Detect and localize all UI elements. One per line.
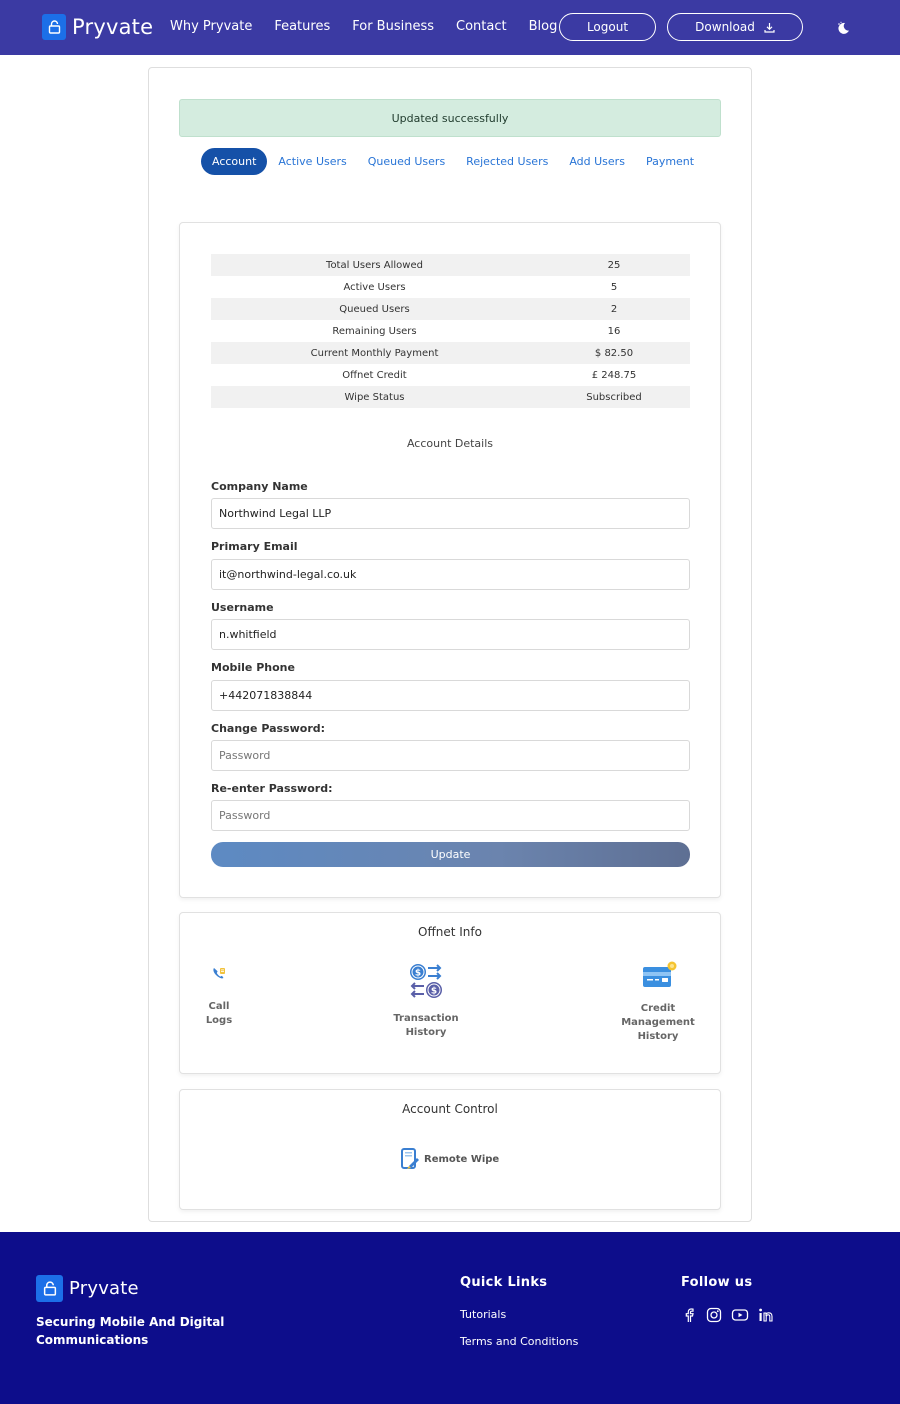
change-password-input[interactable]: Password (211, 740, 690, 771)
nav-link-for-business[interactable]: For Business (352, 19, 434, 34)
logout-button[interactable]: Logout (559, 13, 656, 41)
download-button[interactable]: Download (667, 13, 803, 41)
footer-link-terms[interactable]: Terms and Conditions (460, 1335, 578, 1348)
transaction-label-line2: History (405, 1027, 447, 1038)
offnet-info-title: Offnet Info (418, 925, 482, 939)
company-name-input[interactable]: Northwind Legal LLP (211, 498, 690, 529)
stat-value: 5 (610, 281, 618, 293)
table-row: Offnet Credit £ 248.75 (211, 364, 690, 386)
account-stats-table: Total Users Allowed 25 Active Users 5 Queu… (211, 254, 690, 408)
table-row: Total Users Allowed 25 (211, 254, 690, 276)
tab-active-users[interactable]: Active Users (278, 155, 346, 168)
table-row: Active Users 5 (211, 276, 690, 298)
table-row: Queued Users 2 (211, 298, 690, 320)
social-icons (681, 1307, 785, 1323)
lock-icon (42, 14, 66, 40)
credit-card-icon (643, 961, 677, 987)
nav-link-features[interactable]: Features (274, 19, 330, 34)
dark-mode-toggle[interactable] (836, 20, 850, 39)
youtube-icon[interactable] (731, 1307, 749, 1323)
primary-email-label: Primary Email (211, 540, 298, 553)
account-control-title: Account Control (402, 1102, 498, 1116)
account-card: Total Users Allowed 25 Active Users 5 Queu… (179, 222, 721, 898)
mobile-phone-input[interactable]: +442071838844 (211, 680, 690, 711)
stat-value: $ 82.50 (538, 342, 690, 364)
call-logs-label-line2: Logs (205, 1015, 233, 1026)
stat-label: Total Users Allowed (211, 254, 538, 276)
stat-label: Offnet Credit (342, 369, 407, 381)
table-row: Remaining Users 16 (211, 320, 690, 342)
stat-value: £ 248.75 (591, 369, 637, 381)
nav-link-blog[interactable]: Blog (529, 19, 558, 34)
lock-icon (36, 1275, 63, 1302)
credit-label-line1: Credit (640, 1003, 676, 1014)
stat-value: 2 (538, 298, 690, 320)
nav-link-contact[interactable]: Contact (456, 19, 507, 34)
success-alert: Updated successfully (179, 99, 721, 137)
tab-add-users[interactable]: Add Users (569, 155, 625, 168)
footer-brand-name: Pryvate (69, 1278, 139, 1299)
username-label: Username (211, 601, 274, 614)
follow-us-heading: Follow us (681, 1275, 753, 1290)
svg-text:$: $ (431, 987, 437, 997)
stat-value: Subscribed (538, 386, 690, 408)
brand-logo[interactable]: Pryvate (42, 14, 153, 40)
instagram-icon[interactable] (706, 1307, 722, 1323)
account-control-card: Account Control Remote Wipe (179, 1089, 721, 1210)
tab-rejected-users[interactable]: Rejected Users (466, 155, 548, 168)
credit-management-history-link[interactable]: Credit Management History (618, 961, 698, 1044)
phone-icon (213, 968, 225, 979)
stat-label: Active Users (343, 281, 406, 293)
download-icon (764, 22, 775, 33)
tab-account[interactable]: Account (201, 148, 268, 175)
call-logs-link[interactable]: Call Logs (198, 965, 240, 1028)
update-button[interactable]: Update (211, 842, 690, 867)
nav-link-why-pryvate[interactable]: Why Pryvate (170, 19, 252, 34)
svg-text:$: $ (415, 969, 421, 979)
username-input[interactable]: n.whitfield (211, 619, 690, 650)
stat-label: Wipe Status (211, 386, 538, 408)
credit-label-line2: Management (621, 1017, 695, 1028)
tab-queued-users[interactable]: Queued Users (368, 155, 445, 168)
remote-wipe-label: Remote Wipe (424, 1153, 500, 1165)
top-navbar: Pryvate Why Pryvate Features For Busines… (0, 0, 900, 55)
stat-label: Queued Users (211, 298, 538, 320)
footer-tagline: Securing Mobile And Digital Communicatio… (36, 1315, 225, 1347)
download-label: Download (695, 20, 755, 34)
nav-links: Why Pryvate Features For Business Contac… (170, 19, 579, 34)
remote-wipe-icon (401, 1148, 419, 1169)
remote-wipe-link[interactable]: Remote Wipe (400, 1148, 499, 1170)
change-password-label: Change Password: (211, 722, 326, 735)
footer-link-tutorials[interactable]: Tutorials (460, 1308, 506, 1321)
primary-email-input[interactable]: it@northwind-legal.co.uk (211, 559, 690, 590)
table-row: Wipe Status Subscribed (211, 386, 690, 408)
reenter-password-input[interactable]: Password (211, 800, 690, 831)
stat-value: 16 (607, 325, 621, 337)
footer-brand[interactable]: Pryvate (36, 1275, 139, 1302)
call-logs-label-line1: Call (208, 1001, 230, 1012)
account-details-title: Account Details (406, 437, 494, 450)
stat-value: 25 (538, 254, 690, 276)
facebook-icon[interactable] (681, 1307, 697, 1323)
tab-payment[interactable]: Payment (646, 155, 694, 168)
mobile-phone-label: Mobile Phone (211, 661, 295, 674)
transaction-icon: $ $ (410, 964, 442, 998)
table-row: Current Monthly Payment $ 82.50 (211, 342, 690, 364)
company-name-label: Company Name (211, 480, 308, 493)
transaction-history-link[interactable]: $ $ Transaction History (386, 961, 466, 1040)
stat-label: Current Monthly Payment (211, 342, 538, 364)
moon-icon (838, 21, 849, 34)
brand-name: Pryvate (72, 15, 154, 39)
reenter-password-label: Re-enter Password: (211, 782, 333, 795)
linkedin-icon[interactable] (758, 1307, 776, 1323)
transaction-label-line1: Transaction (393, 1013, 459, 1024)
stat-label: Remaining Users (332, 325, 417, 337)
credit-label-line3: History (637, 1031, 679, 1042)
offnet-info-card: Offnet Info Call Logs $ $ Transaction Hi… (179, 912, 721, 1074)
footer: Pryvate Securing Mobile And Digital Comm… (0, 1232, 900, 1404)
tab-bar: Account Active Users Queued Users Reject… (201, 148, 715, 175)
quick-links-heading: Quick Links (460, 1275, 548, 1290)
